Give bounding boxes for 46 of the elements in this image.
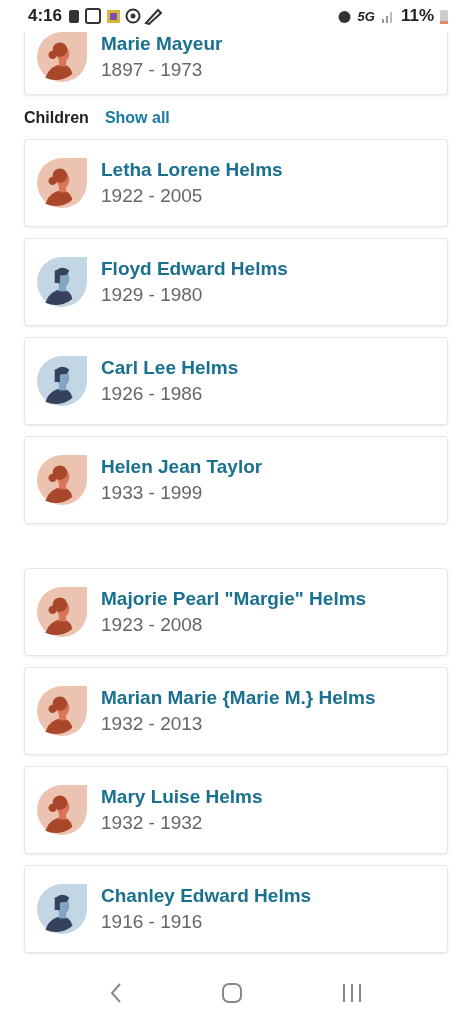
person-avatar-icon — [37, 32, 87, 82]
person-card[interactable]: Mary Luise Helms 1932 - 1932 — [24, 766, 448, 854]
person-avatar-icon — [37, 356, 87, 406]
person-name: Marian Marie {Marie M.} Helms — [101, 687, 376, 709]
life-years: 1933 - 1999 — [101, 482, 204, 504]
person-card[interactable]: Carl Lee Helms 1926 - 1986 — [24, 337, 448, 425]
person-avatar-icon — [37, 158, 87, 208]
person-avatar-icon — [37, 686, 87, 736]
signal-icon — [380, 9, 395, 23]
person-card[interactable]: Majorie Pearl "Margie" Helms 1923 - 2008 — [24, 568, 448, 656]
person-card[interactable]: Letha Lorene Helms 1922 - 2005 — [24, 139, 448, 227]
life-years: 1932 - 2013 — [101, 713, 204, 735]
person-avatar-icon — [37, 257, 87, 307]
person-avatar-icon — [37, 455, 87, 505]
person-name: Letha Lorene Helms — [101, 159, 283, 181]
person-name: Helen Jean Taylor — [101, 456, 263, 478]
person-name: Floyd Edward Helms — [101, 258, 288, 280]
person-avatar-icon — [37, 785, 87, 835]
person-card[interactable]: Chanley Edward Helms 1916 - 1916 — [24, 865, 448, 953]
person-name: Marie Mayeur — [101, 33, 223, 55]
home-icon[interactable] — [222, 983, 242, 1003]
life-years: 1926 - 1986 — [101, 383, 204, 405]
section-title: Children — [24, 109, 89, 127]
person-card[interactable]: Floyd Edward Helms 1929 - 1980 — [24, 238, 448, 326]
person-name: Majorie Pearl "Margie" Helms — [101, 588, 367, 610]
person-name: Mary Luise Helms — [101, 786, 263, 808]
person-avatar-icon — [37, 884, 87, 934]
life-years: 1922 - 2005 — [101, 185, 204, 207]
person-card[interactable]: Helen Jean Taylor 1933 - 1999 — [24, 436, 448, 524]
life-years: 1916 - 1916 — [101, 911, 204, 933]
life-years: 1923 - 2008 — [101, 614, 204, 636]
recent-apps-icon[interactable] — [342, 984, 362, 1002]
life-years: 1929 - 1980 — [101, 284, 204, 306]
show-all-link[interactable]: Show all — [104, 109, 170, 127]
back-icon[interactable] — [110, 983, 122, 1003]
network-type: 5G — [357, 8, 375, 24]
battery-icon — [440, 8, 448, 24]
person-name: Carl Lee Helms — [101, 357, 239, 379]
life-years: 1932 - 1932 — [101, 812, 204, 834]
battery-percent: 11% — [400, 6, 434, 26]
person-card[interactable]: Marian Marie {Marie M.} Helms 1932 - 2013 — [24, 667, 448, 755]
person-name: Chanley Edward Helms — [101, 885, 312, 907]
person-card[interactable]: Marie Mayeur 1897 - 1973 — [24, 32, 448, 95]
person-avatar-icon — [37, 587, 87, 637]
clock-time: 4:16 — [28, 6, 63, 26]
life-years: 1897 - 1973 — [101, 59, 204, 81]
